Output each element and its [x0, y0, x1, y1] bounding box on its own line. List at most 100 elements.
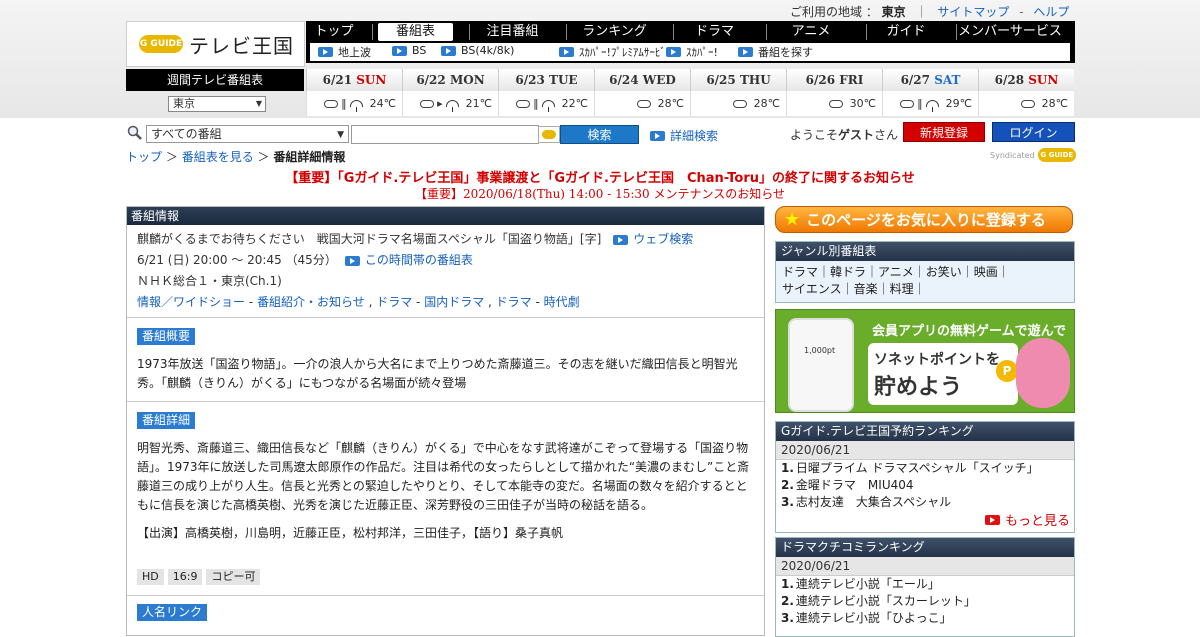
genre-schedule-box: ジャンル別番組表 ドラマ｜韓ドラ｜アニメ｜お笑い｜映画｜ サイエンス｜音楽｜料理… [775, 241, 1075, 303]
subnav-item-5[interactable]: ｽｶﾊﾟｰ! [666, 44, 718, 60]
sonet-point-ad[interactable]: 1,000pt 会員アプリの無料ゲームで遊んで ソネットポイントを 貯めよう P [775, 309, 1075, 413]
help-link[interactable]: ヘルプ [1033, 5, 1069, 19]
umbrella-icon [541, 100, 555, 112]
day-header[interactable]: 6/22 MON [402, 69, 498, 91]
region-value: 東京 [881, 5, 906, 19]
breadcrumb-schedule[interactable]: 番組表を見る [182, 150, 254, 164]
ranking-item[interactable]: 3. 志村友達 大集合スペシャル [776, 494, 1074, 511]
logo-text: テレビ王国 [189, 33, 294, 58]
drama-ranking-item[interactable]: 3. 連続テレビ小説「ひよっこ」 [776, 610, 1074, 627]
genre-link[interactable]: 情報／ワイドショー [137, 292, 245, 313]
subgenre-link[interactable]: 番組紹介・お知らせ [257, 292, 365, 313]
subnav-item-6[interactable]: 番組を探す [738, 44, 813, 60]
program-summary: 番組概要 1973年放送「国盗り物語」。一介の浪人から大名にまで上りつめた斎藤道… [127, 318, 764, 402]
drama-ranking-item[interactable]: 1. 連続テレビ小説「エール」 [776, 576, 1074, 593]
subnav-item-3[interactable]: BS(4k/8k) [441, 44, 514, 57]
subnav-item-2[interactable]: BS [392, 44, 426, 57]
ranking-item[interactable]: 2. 金曜ドラマ MIU404 [776, 477, 1074, 494]
day-weather: ‖ 24℃ [306, 91, 402, 116]
temperature: 21℃ [465, 97, 492, 110]
drama-ranking-date: 2020/06/21 [776, 557, 1074, 576]
search-category-select[interactable]: すべての番組 [146, 125, 349, 143]
cloud-icon [1020, 99, 1035, 108]
breadcrumb-current: 番組詳細情報 [273, 150, 346, 164]
umbrella-icon [445, 100, 459, 112]
nav-tab-6[interactable]: アニメ [766, 23, 856, 41]
genre-link[interactable]: ドラマ [376, 292, 412, 313]
nav-tab-4[interactable]: ランキング [566, 23, 663, 41]
breadcrumb-top[interactable]: トップ [126, 150, 162, 164]
search-button[interactable]: 検索 [560, 125, 639, 144]
sitemap-link[interactable]: サイトマップ [937, 5, 1009, 19]
divider-icon: ‖ [533, 97, 539, 110]
login-button[interactable]: ログイン [992, 122, 1075, 142]
cloud-icon [516, 99, 531, 108]
day-header[interactable]: 6/25 THU [690, 69, 786, 91]
genre-links-1[interactable]: ドラマ｜韓ドラ｜アニメ｜お笑い｜映画｜ [782, 264, 1068, 281]
program-channel: ＮＨＫ総合１・東京(Ch.1) [137, 274, 282, 288]
drama-ranking-item[interactable]: 2. 連続テレビ小説「スカーレット」 [776, 593, 1074, 610]
day-weather: 30℃ [786, 91, 882, 116]
nav-tab-3[interactable]: 注目番組 [469, 23, 556, 41]
web-search-link[interactable]: ウェブ検索 [633, 229, 693, 250]
arrow-icon [344, 255, 360, 266]
add-favorite-button[interactable]: ★ このページをお気に入りに登録する [775, 206, 1073, 233]
arrow-icon [738, 47, 753, 57]
register-button[interactable]: 新規登録 [903, 122, 985, 142]
timeslot-schedule-link[interactable]: この時間帯の番組表 [365, 250, 473, 271]
program-badge: HD [137, 569, 164, 585]
nav-tab-1[interactable]: トップ [306, 23, 362, 41]
program-detail: 番組詳細 明智光秀、斎藤道三、織田信長など「麒麟（きりん）がくる」で中心をなす武… [127, 402, 764, 596]
day-weather: ▸ 21℃ [402, 91, 498, 116]
divider-icon: ‖ [341, 97, 347, 110]
ranking-date: 2020/06/21 [776, 441, 1074, 460]
genre-link[interactable]: ドラマ [496, 292, 532, 313]
region-label: ご利用の地域 ： [790, 5, 878, 19]
nav-tab-5[interactable]: ドラマ [673, 23, 756, 41]
program-info-panel: 番組情報 麒麟がくるまでお待ちください 戦国大河ドラマ名場面スペシャル「国盗り物… [126, 206, 765, 636]
subgenre-link[interactable]: 国内ドラマ [424, 292, 484, 313]
arrow-icon [559, 47, 574, 57]
program-info-header: 番組情報 [127, 207, 764, 225]
day-header[interactable]: 6/26 FRI [786, 69, 882, 91]
day-header[interactable]: 6/21 SUN [306, 69, 402, 91]
subgenre-link[interactable]: 時代劇 [544, 292, 580, 313]
genre-links-2[interactable]: サイエンス｜音楽｜料理｜ [782, 281, 1068, 298]
arrow-icon [666, 47, 681, 57]
detail-label: 番組詳細 [137, 412, 196, 429]
gguide-logo-icon: G GUIDE [139, 35, 183, 53]
subnav-item-4[interactable]: ｽｶﾊﾟｰ!ﾌﾟﾚﾐｱﾑｻｰﾋﾞｽ [559, 44, 671, 60]
site-logo[interactable]: G GUIDE テレビ王国 [126, 21, 305, 67]
program-badges: HD 16:9 コピー可 [137, 569, 754, 585]
arrow-icon [984, 514, 1000, 525]
nav-tab-8[interactable]: メンバーサービス [956, 23, 1064, 41]
search-input[interactable] [351, 125, 539, 144]
weekly-schedule-label[interactable]: 週間テレビ番組表 [126, 69, 304, 91]
program-badge: コピー可 [206, 569, 261, 585]
ranking-item[interactable]: 1. 日曜プライム ドラマスペシャル「スイッチ」 [776, 460, 1074, 477]
day-header[interactable]: 6/24 WED [594, 69, 690, 91]
arrow-icon [392, 45, 407, 56]
area-select[interactable]: 東京 [168, 96, 266, 112]
summary-text: 1973年放送「国盗り物語」。一介の浪人から大名にまで上りつめた斎藤道三。その志… [137, 357, 738, 390]
day-weather: 28℃ [594, 91, 690, 116]
nav-tab-2[interactable]: 番組表 [378, 23, 453, 41]
important-notice-link[interactable]: 【重要】「Gガイド.テレビ王国」事業譲渡と「Gガイド.テレビ王国 Chan-To… [0, 167, 1200, 186]
maintenance-notice-link[interactable]: 【重要】2020/06/18(Thu) 14:00 - 15:30 メンテナンス… [0, 185, 1200, 202]
day-header[interactable]: 6/23 TUE [498, 69, 594, 91]
subnav-item-1[interactable]: 地上波 [318, 44, 371, 60]
arrow-right-icon: ▸ [437, 97, 443, 110]
cloud-icon [324, 99, 339, 108]
advanced-search-label[interactable]: 詳細検索 [670, 127, 718, 144]
day-header[interactable]: 6/28 SUN [978, 69, 1074, 91]
cloud-icon [900, 99, 915, 108]
advanced-search-link[interactable]: 詳細検索 [650, 127, 718, 144]
gguide-search-icon[interactable] [538, 126, 560, 143]
program-title: 麒麟がくるまでお待ちください 戦国大河ドラマ名場面スペシャル「国盗り物語」[字] [137, 232, 602, 246]
sub-nav: 地上波 BS BS(4k/8k) ｽｶﾊﾟｰ!ﾌﾟﾚﾐｱﾑｻｰﾋﾞｽ ｽｶﾊﾟｰ! 番組を… [310, 43, 1070, 61]
day-header[interactable]: 6/27 SAT [882, 69, 978, 91]
more-link[interactable]: もっと見る [984, 510, 1070, 529]
welcome-text: ようこそゲストさん [790, 128, 899, 142]
program-badge: 16:9 [167, 569, 203, 585]
nav-tab-7[interactable]: ガイド [866, 23, 946, 41]
